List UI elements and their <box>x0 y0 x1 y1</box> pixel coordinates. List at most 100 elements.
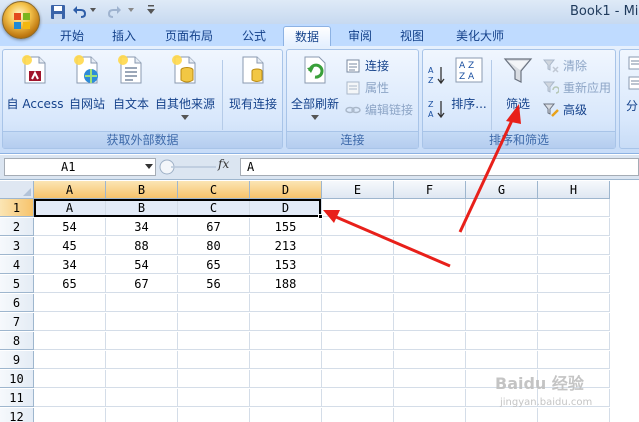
cell-g6[interactable] <box>466 294 538 312</box>
tab-data[interactable]: 数据 <box>283 26 331 47</box>
cell-d4[interactable]: 153 <box>250 256 322 274</box>
cell-d3[interactable]: 213 <box>250 237 322 255</box>
row-header-6[interactable]: 6 <box>0 294 34 312</box>
cell-d2[interactable]: 155 <box>250 218 322 236</box>
cell-h2[interactable] <box>538 218 610 236</box>
cell-e9[interactable] <box>322 351 394 369</box>
cell-g8[interactable] <box>466 332 538 350</box>
row-header-2[interactable]: 2 <box>0 218 34 236</box>
cell-e5[interactable] <box>322 275 394 293</box>
cell-b11[interactable] <box>106 389 178 407</box>
cell-f4[interactable] <box>394 256 466 274</box>
cell-f11[interactable] <box>394 389 466 407</box>
cell-d11[interactable] <box>250 389 322 407</box>
cell-e11[interactable] <box>322 389 394 407</box>
name-box-dropdown-icon[interactable] <box>145 164 153 169</box>
cell-b10[interactable] <box>106 370 178 388</box>
cell-h9[interactable] <box>538 351 610 369</box>
cell-a7[interactable] <box>34 313 106 331</box>
cell-b4[interactable]: 54 <box>106 256 178 274</box>
from-other-sources-button[interactable]: 自其他来源 <box>153 54 217 120</box>
row-header-11[interactable]: 11 <box>0 389 34 407</box>
column-header-c[interactable]: C <box>178 181 250 199</box>
cell-c4[interactable]: 65 <box>178 256 250 274</box>
row-header-1[interactable]: 1 <box>0 199 34 217</box>
cell-e8[interactable] <box>322 332 394 350</box>
cell-f6[interactable] <box>394 294 466 312</box>
tab-page-layout[interactable]: 页面布局 <box>154 26 224 46</box>
row-header-9[interactable]: 9 <box>0 351 34 369</box>
cell-g4[interactable] <box>466 256 538 274</box>
cell-g7[interactable] <box>466 313 538 331</box>
column-header-b[interactable]: B <box>106 181 178 199</box>
save-icon[interactable] <box>50 4 66 20</box>
from-text-button[interactable]: 自文本 <box>110 54 152 112</box>
office-button[interactable] <box>2 1 40 39</box>
cell-c7[interactable] <box>178 313 250 331</box>
cell-d8[interactable] <box>250 332 322 350</box>
cell-h8[interactable] <box>538 332 610 350</box>
cell-g5[interactable] <box>466 275 538 293</box>
connections-button[interactable]: 连接 <box>345 56 389 76</box>
undo-icon[interactable] <box>72 4 88 20</box>
advanced-button[interactable]: 高级 <box>543 100 587 120</box>
redo-dropdown-icon[interactable] <box>128 8 134 24</box>
row-header-4[interactable]: 4 <box>0 256 34 274</box>
cell-a3[interactable]: 45 <box>34 237 106 255</box>
cell-e10[interactable] <box>322 370 394 388</box>
customize-qat-icon[interactable] <box>146 3 156 19</box>
cell-f2[interactable] <box>394 218 466 236</box>
cell-a12[interactable] <box>34 408 106 422</box>
cell-a5[interactable]: 65 <box>34 275 106 293</box>
formula-input[interactable]: A <box>240 158 639 176</box>
cell-f7[interactable] <box>394 313 466 331</box>
row-header-5[interactable]: 5 <box>0 275 34 293</box>
column-header-d[interactable]: D <box>250 181 322 199</box>
partial-group-label[interactable]: 分 <box>626 96 638 116</box>
cell-h5[interactable] <box>538 275 610 293</box>
cell-e7[interactable] <box>322 313 394 331</box>
tab-formulas[interactable]: 公式 <box>232 26 276 46</box>
cell-e6[interactable] <box>322 294 394 312</box>
column-header-g[interactable]: G <box>466 181 538 199</box>
cell-h1[interactable] <box>538 199 610 217</box>
from-web-button[interactable]: 自网站 <box>67 54 107 112</box>
edit-links-button[interactable]: 编辑链接 <box>345 100 413 120</box>
cell-e4[interactable] <box>322 256 394 274</box>
cell-d6[interactable] <box>250 294 322 312</box>
sort-ascending-button[interactable]: A Z <box>427 64 447 86</box>
cell-f5[interactable] <box>394 275 466 293</box>
cell-c8[interactable] <box>178 332 250 350</box>
cell-d1[interactable]: D <box>250 199 322 217</box>
cell-e3[interactable] <box>322 237 394 255</box>
cell-h3[interactable] <box>538 237 610 255</box>
cell-b12[interactable] <box>106 408 178 422</box>
cell-h6[interactable] <box>538 294 610 312</box>
cell-f8[interactable] <box>394 332 466 350</box>
cell-a4[interactable]: 34 <box>34 256 106 274</box>
cell-e12[interactable] <box>322 408 394 422</box>
cell-b3[interactable]: 88 <box>106 237 178 255</box>
undo-dropdown-icon[interactable] <box>90 8 96 24</box>
cell-f12[interactable] <box>394 408 466 422</box>
cell-a9[interactable] <box>34 351 106 369</box>
cell-c10[interactable] <box>178 370 250 388</box>
cell-g9[interactable] <box>466 351 538 369</box>
tab-review[interactable]: 审阅 <box>338 26 382 46</box>
cell-a1[interactable]: A <box>34 199 106 217</box>
tab-home[interactable]: 开始 <box>50 26 94 46</box>
clear-button[interactable]: 清除 <box>543 56 587 76</box>
cell-c2[interactable]: 67 <box>178 218 250 236</box>
tab-view[interactable]: 视图 <box>390 26 434 46</box>
column-header-h[interactable]: H <box>538 181 610 199</box>
reapply-button[interactable]: 重新应用 <box>543 78 611 98</box>
cell-d10[interactable] <box>250 370 322 388</box>
cell-f3[interactable] <box>394 237 466 255</box>
cell-g12[interactable] <box>466 408 538 422</box>
name-box[interactable]: A1 <box>4 158 156 176</box>
row-header-7[interactable]: 7 <box>0 313 34 331</box>
row-header-12[interactable]: 12 <box>0 408 34 422</box>
row-header-8[interactable]: 8 <box>0 332 34 350</box>
text-to-columns-icon[interactable] <box>628 56 639 70</box>
cell-b6[interactable] <box>106 294 178 312</box>
